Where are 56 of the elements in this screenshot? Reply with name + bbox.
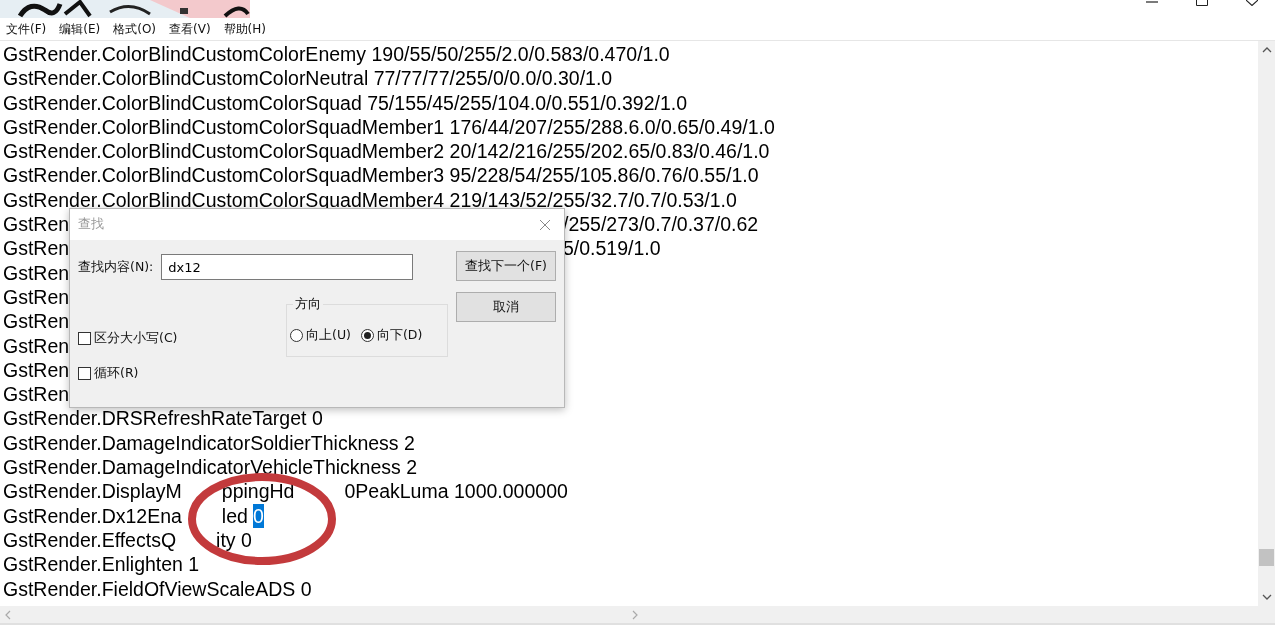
- text-line: GstRen: [3, 237, 69, 260]
- text-line: GstRender.ColorBlindCustomColorSquadMember3 95/228/54/255/105.86/0.76/0.55/1.0: [3, 163, 759, 188]
- find-next-button[interactable]: 查找下一个(F): [456, 251, 556, 281]
- scroll-down-icon[interactable]: [1261, 594, 1272, 600]
- find-label: 查找内容(N):: [78, 258, 154, 276]
- scroll-thumb[interactable]: [1259, 549, 1274, 566]
- radio-label: 向上(U): [306, 327, 351, 344]
- find-field[interactable]: dx12: [161, 254, 414, 280]
- text-line: GstRender.ColorBlindCustomColorSquad 75/155/45/255/104.0/0.551/0.392/1.0: [3, 90, 688, 115]
- maximize-icon[interactable]: [1196, 0, 1208, 6]
- radio-label: 向下(D): [376, 327, 423, 344]
- text-line: GstRen: [3, 383, 69, 406]
- text-line: /255/273/0.7/0.37/0.62: [563, 212, 759, 237]
- text-line: GstRen: [3, 334, 69, 357]
- checkbox-label: 循环(R): [94, 365, 139, 382]
- text-line: GstRen: [3, 261, 69, 284]
- selected-text: 0: [252, 503, 264, 528]
- radio-button[interactable]: [360, 329, 374, 342]
- menu-item[interactable]: 文件(F): [6, 20, 47, 38]
- text-line: GstRen: [3, 358, 69, 381]
- text-line: GstRender.ColorBlindCustomColorSquadMember4 219/143/52/255/32.7/0.7/0.53/1.0: [3, 187, 737, 213]
- text-line: ppingHd: [221, 479, 295, 504]
- menu-item[interactable]: 格式(O): [113, 20, 157, 38]
- text-line: GstRender.Enlighten 1: [3, 552, 200, 577]
- text-line: GstRender.ColorBlindCustomColorSquadMember2 20/142/216/255/202.65/0.83/0.46/1.0: [3, 139, 770, 164]
- text-line: GstRender.DRSRefreshRateTarget 0: [3, 406, 323, 431]
- minimize-icon[interactable]: [1146, 0, 1158, 6]
- radio-button[interactable]: [290, 329, 303, 342]
- text-line: ity 0: [216, 527, 252, 553]
- checkbox-label: 区分大小写(C): [94, 330, 178, 347]
- text-line: GstRender.FieldOfViewScaleADS 0: [3, 576, 312, 601]
- text-line: GstRen: [3, 213, 69, 236]
- text-line: GstRender.ColorBlindCustomColorEnemy 190/55/50/255/2.0/0.583/0.470/1.0: [3, 42, 670, 67]
- text-line: GstRen: [3, 285, 69, 308]
- text-line: GstRender.EffectsQ: [3, 527, 177, 553]
- text-line: GstRender.DisplayM: [3, 479, 182, 504]
- scroll-up-icon[interactable]: [1261, 47, 1272, 53]
- vertical-scrollbar[interactable]: [1258, 41, 1275, 606]
- text-line: led: [221, 503, 248, 528]
- text-line: GstRen: [3, 310, 69, 333]
- checkbox[interactable]: [78, 332, 91, 345]
- group-title: 方向: [293, 296, 323, 313]
- text-line: GstRender.ColorBlindCustomColorNeutral 77/77/77/255/0/0.0/0.30/1.0: [3, 66, 613, 91]
- text-line: GstRender.ColorBlindCustomColorSquadMember1 176/44/207/255/288.6.0/0.65/0.49/1.0: [3, 114, 775, 140]
- text-line: GstRender.DamageIndicatorSoldierThickness 2: [3, 430, 415, 456]
- close-icon[interactable]: [1246, 0, 1258, 6]
- text-line: GstRender.Dx12Ena: [3, 503, 182, 528]
- menu-item[interactable]: 编辑(E): [59, 20, 101, 38]
- menu-item[interactable]: 查看(V): [169, 20, 211, 38]
- text-line: 5/0.519/1.0: [563, 236, 661, 261]
- menu-item[interactable]: 帮助(H): [223, 20, 266, 38]
- checkbox[interactable]: [78, 367, 91, 380]
- dialog-title: 查找: [78, 216, 104, 233]
- text-line: GstRender.DamageIndicatorVehicleThickness 2: [3, 455, 418, 480]
- text-line: 0PeakLuma 1000.000000: [344, 479, 568, 504]
- cancel-button[interactable]: 取消: [456, 292, 556, 322]
